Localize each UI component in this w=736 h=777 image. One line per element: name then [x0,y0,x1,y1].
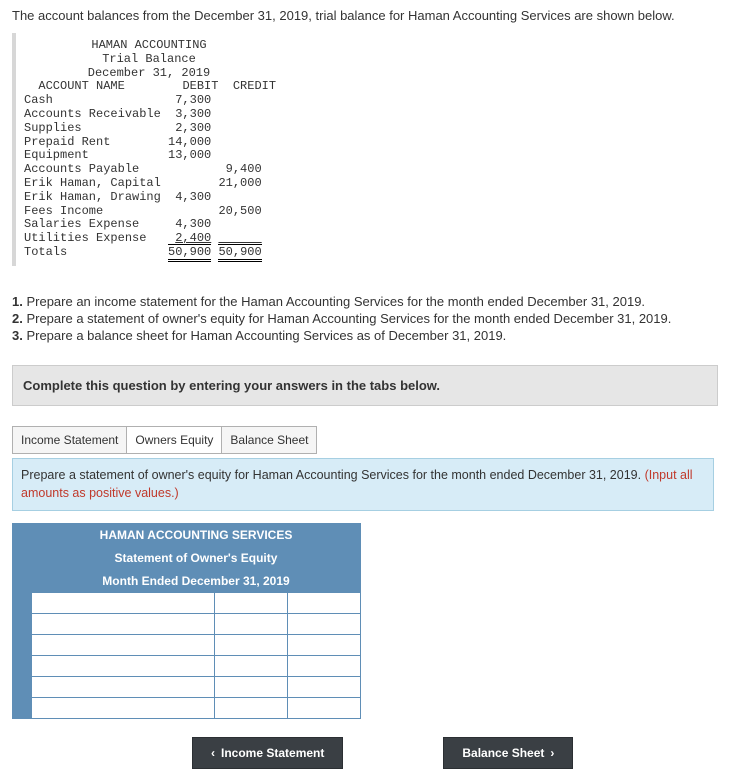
tb-row: Accounts Receivable 3,300 [24,107,211,121]
tb-cell: Utilities Expense [24,231,146,245]
tb-cell: 3,300 [175,107,211,121]
tb-cell: Erik Haman, Drawing [24,190,161,204]
worksheet: HAMAN ACCOUNTING SERVICES Statement of O… [12,523,724,719]
tb-row: Cash 7,300 [24,93,211,107]
ws-input-cell[interactable] [32,677,215,698]
ws-input-cell[interactable] [32,635,215,656]
ws-input-cell[interactable] [288,614,361,635]
tb-cell: 4,300 [175,190,211,204]
ws-input-cell[interactable] [215,677,288,698]
ws-input-cell[interactable] [288,635,361,656]
tb-col-credit: CREDIT [233,79,276,93]
instruction-bar: Complete this question by entering your … [12,365,718,406]
tb-title: Trial Balance [24,53,274,67]
ws-input-cell[interactable] [215,656,288,677]
ws-input-cell[interactable] [288,593,361,614]
tb-cell: Cash [24,93,53,107]
ws-input-cell[interactable] [215,698,288,719]
intro-text: The account balances from the December 3… [12,8,724,23]
ws-input-cell[interactable] [215,614,288,635]
tb-cell: 2,300 [175,121,211,135]
tb-row: Accounts Payable 9,400 [24,162,262,176]
chevron-left-icon: ‹ [211,746,215,760]
tabs: Income Statement Owners Equity Balance S… [12,426,724,454]
tb-row: Erik Haman, Capital 21,000 [24,176,262,190]
worksheet-table: HAMAN ACCOUNTING SERVICES Statement of O… [12,523,361,719]
ws-input-cell[interactable] [32,698,215,719]
tb-row: Equipment 13,000 [24,148,211,162]
tb-cell: Fees Income [24,204,103,218]
tb-cell: Erik Haman, Capital [24,176,161,190]
tb-cell: Accounts Payable [24,162,139,176]
tb-col-account: ACCOUNT NAME [38,79,124,93]
tb-cell: 4,300 [175,217,211,231]
tb-totals: Totals 50,900 50,900 [24,244,262,262]
tb-cell: Accounts Receivable [24,107,161,121]
ws-input-cell[interactable] [32,656,215,677]
tb-totals-credit: 50,900 [218,244,261,262]
tab-balance-sheet[interactable]: Balance Sheet [222,426,317,454]
ws-input-cell[interactable] [32,614,215,635]
tb-row: Salaries Expense 4,300 [24,217,211,231]
tb-cell: Supplies [24,121,82,135]
tab-instruction-note: Prepare a statement of owner's equity fo… [12,458,714,511]
tb-row: Prepaid Rent 14,000 [24,135,211,149]
ws-header-company: HAMAN ACCOUNTING SERVICES [32,524,361,547]
note-main: Prepare a statement of owner's equity fo… [21,468,645,482]
prev-button-label: Income Statement [221,746,324,760]
ws-input-cell[interactable] [215,635,288,656]
tb-date: December 31, 2019 [24,67,274,81]
tb-totals-debit: 50,900 [168,244,211,262]
ws-input-cell[interactable] [32,593,215,614]
ws-header-date: Month Ended December 31, 2019 [32,570,361,593]
ws-input-cell[interactable] [288,656,361,677]
tb-cell: 21,000 [218,176,261,190]
ws-input-cell[interactable] [215,593,288,614]
tb-row: Fees Income 20,500 [24,204,262,218]
tb-headers: ACCOUNT NAME DEBIT CREDIT [24,79,276,93]
question-1: 1. 1. Prepare an income statement for th… [12,294,724,309]
tb-col-debit: DEBIT [182,79,218,93]
tab-income-statement[interactable]: Income Statement [12,426,127,454]
trial-balance-block: HAMAN ACCOUNTINGTrial BalanceDecember 31… [12,33,278,266]
ws-input-cell[interactable] [288,677,361,698]
tb-totals-label: Totals [24,245,67,259]
tb-cell: 9,400 [226,162,262,176]
ws-input-cell[interactable] [288,698,361,719]
tb-row: Supplies 2,300 [24,121,211,135]
tb-cell: Salaries Expense [24,217,139,231]
question-3: 3. Prepare a balance sheet for Haman Acc… [12,328,724,343]
nav-buttons: ‹ Income Statement Balance Sheet › [192,737,724,769]
questions-block: 1. 1. Prepare an income statement for th… [12,294,724,343]
tb-cell: 14,000 [168,135,211,149]
tb-cell: 20,500 [218,204,261,218]
next-button-label: Balance Sheet [462,746,544,760]
tb-cell: 13,000 [168,148,211,162]
tb-cell: Prepaid Rent [24,135,110,149]
chevron-right-icon: › [550,746,554,760]
tb-row: Erik Haman, Drawing 4,300 [24,190,211,204]
next-button[interactable]: Balance Sheet › [443,737,573,769]
tb-cell: Equipment [24,148,89,162]
ws-header-title: Statement of Owner's Equity [32,547,361,570]
question-2: 2. Prepare a statement of owner's equity… [12,311,724,326]
tb-company: HAMAN ACCOUNTING [24,39,274,53]
prev-button[interactable]: ‹ Income Statement [192,737,343,769]
tab-owners-equity[interactable]: Owners Equity [127,426,222,454]
tb-cell: 7,300 [175,93,211,107]
